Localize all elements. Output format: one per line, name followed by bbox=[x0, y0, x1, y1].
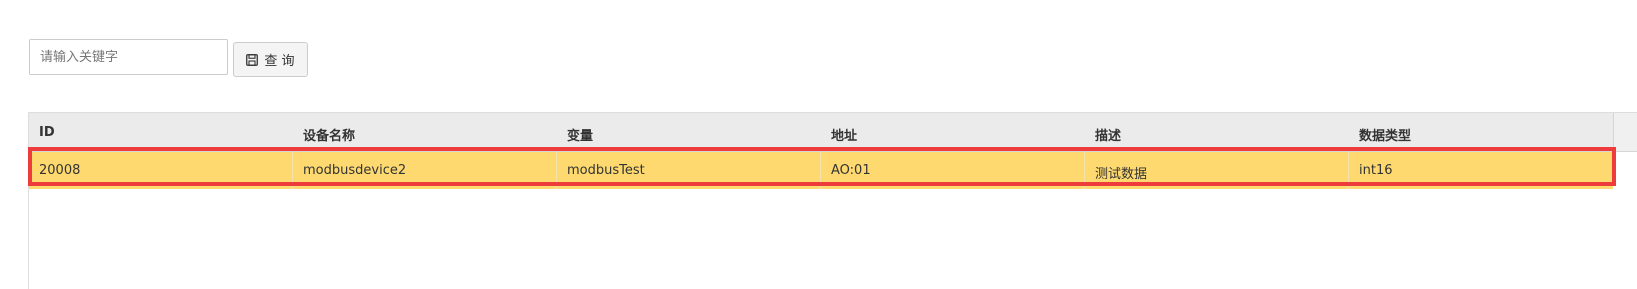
grid-header: ID 设备名称 变量 地址 描述 数据类型 bbox=[29, 113, 1637, 152]
column-header-variable[interactable]: 变量 bbox=[557, 113, 821, 151]
save-icon bbox=[246, 53, 259, 66]
search-button-label: 查 询 bbox=[264, 54, 295, 69]
column-header-description[interactable]: 描述 bbox=[1085, 113, 1349, 151]
column-header-address[interactable]: 地址 bbox=[821, 113, 1085, 151]
search-input[interactable] bbox=[29, 39, 228, 75]
data-grid: ID 设备名称 变量 地址 描述 数据类型 20008 modbusdevice… bbox=[28, 112, 1637, 289]
cell-variable: modbusTest bbox=[557, 152, 821, 189]
column-header-device-name[interactable]: 设备名称 bbox=[293, 113, 557, 151]
cell-data-type: int16 bbox=[1359, 163, 1393, 178]
column-header-id[interactable]: ID bbox=[29, 113, 293, 151]
table-row[interactable]: 20008 modbusdevice2 modbusTest AO:01 测试数… bbox=[29, 152, 1613, 189]
cell-device-name: modbusdevice2 bbox=[293, 152, 557, 189]
cell-id: 20008 bbox=[29, 152, 293, 189]
cell-address: AO:01 bbox=[821, 152, 1085, 189]
cell-description: 测试数据 bbox=[1085, 152, 1349, 189]
column-header-data-type[interactable]: 数据类型 bbox=[1349, 113, 1613, 151]
search-button[interactable]: 查 询 bbox=[233, 42, 308, 77]
scrollbar-gutter bbox=[1613, 113, 1637, 151]
